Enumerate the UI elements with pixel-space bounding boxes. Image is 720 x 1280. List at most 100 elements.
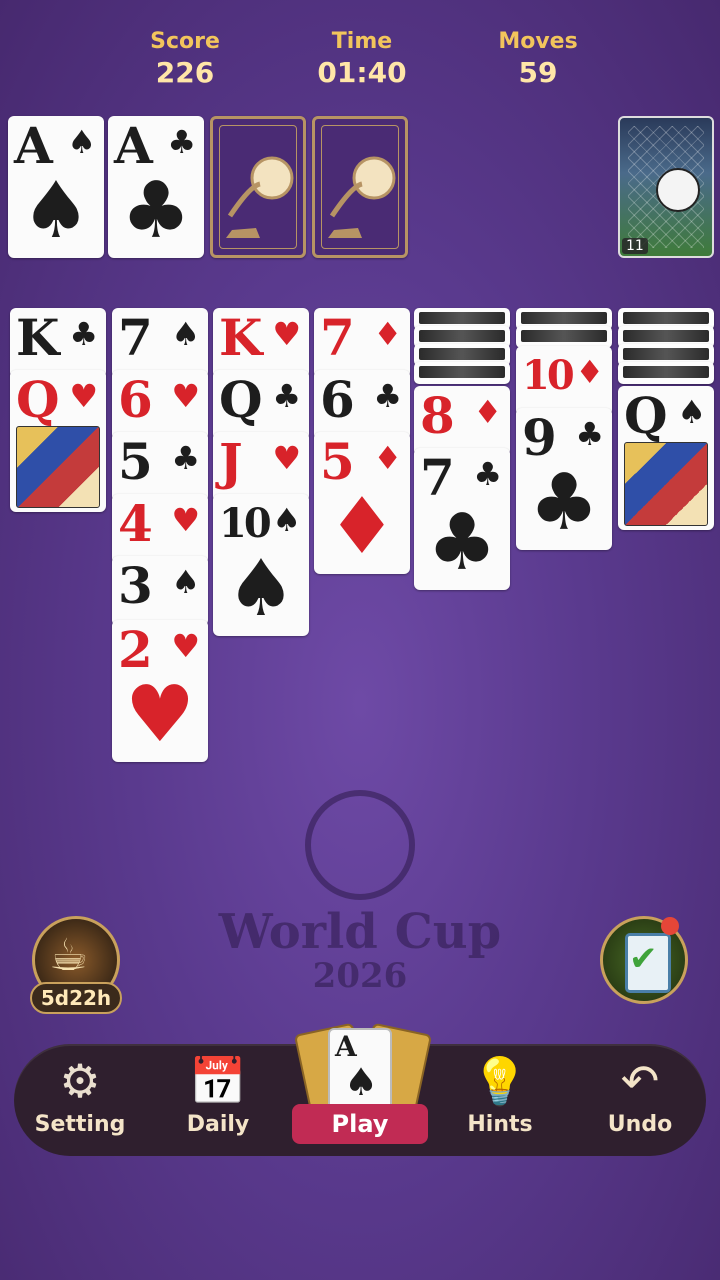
- card-back-frame: [321, 125, 399, 249]
- foundation-empty-slot[interactable]: [210, 116, 306, 258]
- card-rank: Q: [624, 386, 668, 445]
- tableau-card[interactable]: K ♣: [10, 308, 106, 378]
- card-suit-small: ♥: [171, 377, 200, 415]
- watermark-year: 2026: [312, 956, 408, 996]
- time-value: 01:40: [317, 56, 407, 89]
- card-suit-large: ♣: [427, 498, 497, 588]
- tableau-card[interactable]: 6 ♥: [112, 370, 208, 440]
- tableau-card[interactable]: 7 ♣ ♣: [414, 448, 510, 590]
- tableau-card[interactable]: 5 ♦ ♦: [314, 432, 410, 574]
- card-suit-small: ♣: [575, 415, 604, 453]
- setting-button[interactable]: ⚙ Setting: [20, 1050, 140, 1150]
- card-suit-small: ♣: [69, 315, 98, 353]
- card-suit-small: ♥: [272, 315, 301, 353]
- face-down-card: [618, 362, 714, 384]
- card-rank: 7: [118, 308, 153, 367]
- card-suit-small: ♣: [272, 377, 301, 415]
- notification-dot: [661, 917, 679, 935]
- moves-value: 59: [518, 56, 558, 89]
- tableau-card[interactable]: Q ♠: [618, 386, 714, 530]
- card-rank: 4: [118, 494, 153, 553]
- face-down-card: [516, 326, 612, 348]
- foundation-spades[interactable]: A ♠ ♠: [8, 116, 104, 258]
- card-suit-small: ♥: [171, 501, 200, 539]
- card-suit-small: ♠: [677, 393, 706, 431]
- moves-label: Moves: [498, 29, 578, 54]
- card-suit-small: ♣: [373, 377, 402, 415]
- undo-label: Undo: [607, 1112, 673, 1137]
- tableau-card[interactable]: Q ♥: [10, 370, 106, 512]
- time-stat: Time 01:40: [292, 28, 432, 90]
- score-value: 226: [155, 56, 215, 89]
- daily-button[interactable]: 📅 Daily: [158, 1050, 278, 1150]
- undo-arrow-icon: ↶: [620, 1054, 660, 1108]
- card-suit-small: ♠: [171, 315, 200, 353]
- tableau-card[interactable]: 8 ♦: [414, 386, 510, 456]
- card-suit-small: ♦: [373, 439, 402, 477]
- card-suit-small: ♠: [67, 123, 96, 161]
- queen-face-art: [624, 442, 708, 526]
- card-suit-large: ♣: [121, 166, 191, 256]
- card-rank: Q: [219, 370, 263, 429]
- card-rank: 10: [522, 352, 575, 399]
- tableau-card[interactable]: 10 ♠ ♠: [213, 494, 309, 636]
- card-rank: 3: [118, 556, 153, 615]
- tableau-card[interactable]: 3 ♠: [112, 556, 208, 626]
- soccer-ball-icon: [328, 156, 396, 238]
- tableau-card[interactable]: 9 ♣ ♣: [516, 408, 612, 550]
- card-suit-small: ♥: [171, 627, 200, 665]
- lightbulb-icon: 💡: [471, 1054, 529, 1108]
- puzzle-coffee-icon: ☕: [49, 930, 89, 981]
- card-suit-small: ♥: [272, 439, 301, 477]
- face-down-card: [414, 362, 510, 384]
- hints-button[interactable]: 💡 Hints: [440, 1050, 560, 1150]
- card-suit-large: ♠: [21, 166, 91, 256]
- foundation-empty-slot[interactable]: [312, 116, 408, 258]
- score-stat: Score 226: [115, 28, 255, 90]
- ace-card-icon: A ♠: [328, 1028, 392, 1116]
- calendar-icon: 📅: [189, 1054, 247, 1108]
- tableau-card[interactable]: 5 ♣: [112, 432, 208, 502]
- card-suit-large: ♠: [226, 544, 296, 634]
- play-label: Play: [292, 1104, 428, 1144]
- card-rank: 7: [320, 308, 355, 367]
- hints-label: Hints: [467, 1112, 533, 1137]
- stock-pile[interactable]: 11: [618, 116, 714, 258]
- card-rank: 5: [118, 432, 153, 491]
- card-rank: 6: [320, 370, 355, 429]
- setting-label: Setting: [34, 1112, 126, 1137]
- card-rank: 6: [118, 370, 153, 429]
- card-back-frame: [219, 125, 297, 249]
- card-suit-small: ♦: [373, 315, 402, 353]
- trophy-icon: [305, 790, 415, 900]
- stock-count: 11: [622, 238, 648, 254]
- world-cup-watermark: World Cup 2026: [210, 790, 510, 1010]
- score-label: Score: [150, 29, 220, 54]
- card-suit-small: ♦: [473, 393, 502, 431]
- watermark-title: World Cup: [218, 904, 502, 960]
- tableau-card[interactable]: 6 ♣: [314, 370, 410, 440]
- tableau-card[interactable]: Q ♣: [213, 370, 309, 440]
- tableau-card[interactable]: 7 ♦: [314, 308, 410, 378]
- tableau-card[interactable]: 2 ♥ ♥: [112, 620, 208, 762]
- tableau-card[interactable]: 10 ♦: [516, 346, 612, 416]
- card-rank: 8: [420, 386, 455, 445]
- tableau-card[interactable]: 7 ♠: [112, 308, 208, 378]
- checkmark-icon: ✔: [629, 939, 658, 979]
- card-suit-small: ♦: [575, 353, 604, 391]
- play-button[interactable]: A ♠ Play: [290, 1022, 433, 1148]
- tableau-card[interactable]: K ♥: [213, 308, 309, 378]
- card-suit-small: ♣: [473, 455, 502, 493]
- card-rank: J: [219, 432, 243, 491]
- undo-button[interactable]: ↶ Undo: [580, 1050, 700, 1150]
- card-suit-large: ♥: [125, 670, 195, 760]
- tableau-card[interactable]: J ♥: [213, 432, 309, 502]
- card-suit-small: ♣: [167, 123, 196, 161]
- tasks-button[interactable]: ✔: [600, 916, 688, 1004]
- tableau-card[interactable]: 4 ♥: [112, 494, 208, 564]
- time-label: Time: [331, 29, 393, 54]
- queen-face-art: [16, 426, 100, 508]
- foundation-clubs[interactable]: A ♣ ♣: [108, 116, 204, 258]
- card-suit-small: ♠: [272, 501, 301, 539]
- card-rank: K: [16, 308, 60, 367]
